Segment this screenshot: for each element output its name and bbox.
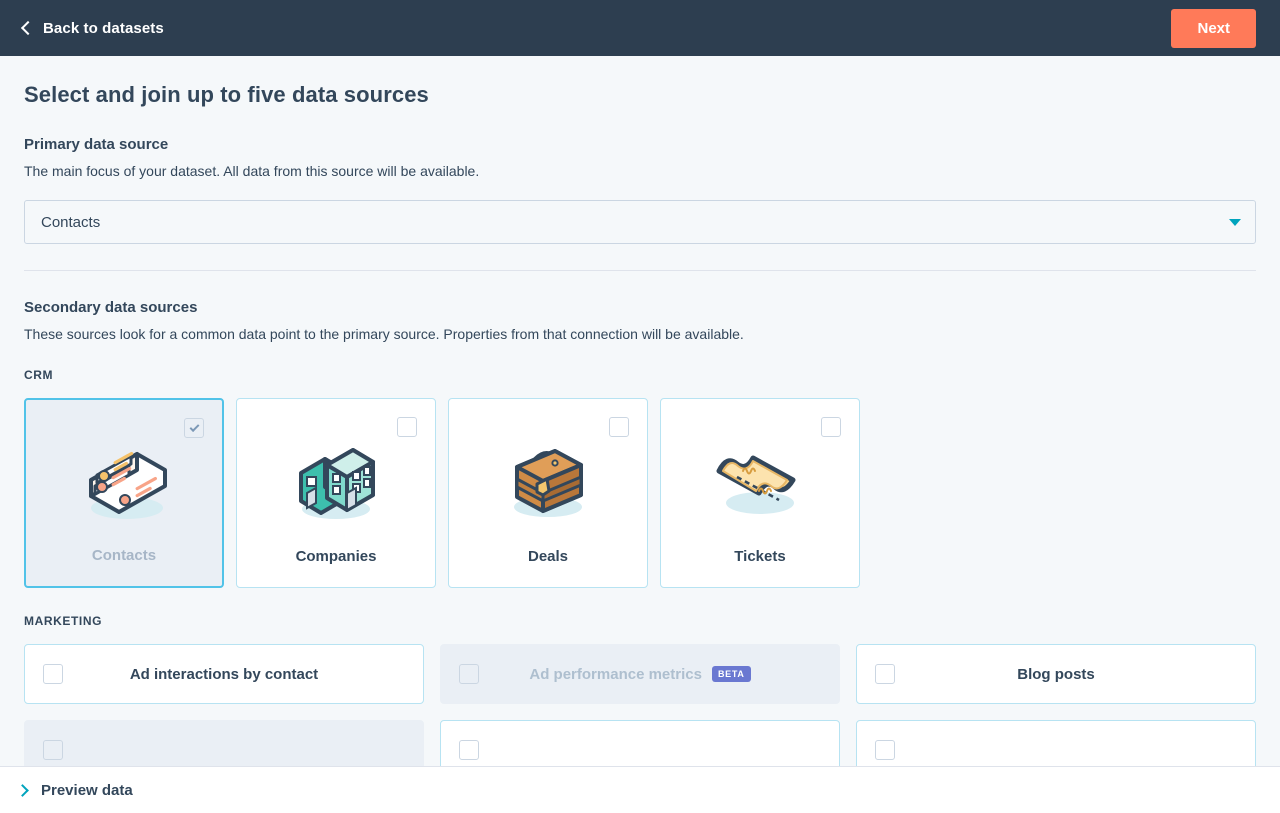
marketing-card-partial-2[interactable] <box>440 720 840 766</box>
marketing-card-ad-performance-content: Ad performance metrics BETA <box>459 666 821 683</box>
crm-tile-tickets-label: Tickets <box>734 548 786 565</box>
crm-tile-contacts-label: Contacts <box>91 547 157 564</box>
caret-down-icon <box>1229 218 1241 226</box>
marketing-card-ad-interactions-content: Ad interactions by contact <box>43 666 405 683</box>
marketing-card-ad-performance-label: Ad performance metrics <box>529 665 702 683</box>
marketing-card-ad-interactions-by-contact[interactable]: Ad interactions by contact <box>24 644 424 704</box>
marketing-card-blog-posts-content: Blog posts <box>875 666 1237 683</box>
next-button[interactable]: Next <box>1171 8 1256 48</box>
marketing-card-partial-3-checkbox[interactable] <box>875 740 895 760</box>
tickets-icon <box>661 429 859 529</box>
page-title: Select and join up to five data sources <box>24 82 429 107</box>
back-to-datasets-link[interactable]: Back to datasets <box>20 20 164 37</box>
main-content: Select and join up to five data sources … <box>0 56 1280 766</box>
contacts-icon <box>26 430 222 530</box>
secondary-data-sources-description: These sources look for a common data poi… <box>24 326 744 342</box>
marketing-card-ad-interactions-label: Ad interactions by contact <box>129 665 319 683</box>
marketing-card-row: Ad interactions by contact Ad performanc… <box>24 644 1256 704</box>
crm-tile-companies[interactable]: Companies <box>236 398 436 588</box>
top-navigation-bar: Back to datasets Next <box>0 0 1280 56</box>
crm-tile-deals-label: Deals <box>527 548 569 565</box>
marketing-card-ad-performance-metrics: Ad performance metrics BETA <box>440 644 840 704</box>
marketing-card-partial-1 <box>24 720 424 766</box>
marketing-group-label: MARKETING <box>24 614 103 628</box>
primary-data-source-value: Contacts <box>41 213 101 231</box>
section-divider <box>24 270 1256 271</box>
crm-group-label: CRM <box>24 368 54 382</box>
bottom-bar: Preview data <box>0 766 1280 813</box>
crm-tile-tickets[interactable]: Tickets <box>660 398 860 588</box>
marketing-card-partial-1-checkbox <box>43 740 63 760</box>
chevron-right-icon <box>16 783 29 797</box>
preview-data-toggle[interactable]: Preview data <box>16 781 133 799</box>
primary-data-source-heading: Primary data source <box>24 136 169 153</box>
crm-tile-contacts: Contacts <box>24 398 224 588</box>
crm-tile-deals[interactable]: Deals <box>448 398 648 588</box>
marketing-card-blog-posts-label: Blog posts <box>1017 665 1095 683</box>
deals-icon <box>449 429 647 529</box>
beta-badge: BETA <box>711 666 751 682</box>
chevron-left-icon <box>20 20 36 36</box>
primary-data-source-select[interactable]: Contacts <box>24 200 1256 244</box>
marketing-card-partial-2-checkbox[interactable] <box>459 740 479 760</box>
crm-tile-row: Contacts Companies Deals Tickets <box>24 398 1256 588</box>
back-to-datasets-label: Back to datasets <box>43 19 164 37</box>
crm-tile-companies-label: Companies <box>295 548 377 565</box>
companies-icon <box>237 429 435 529</box>
preview-data-label: Preview data <box>41 781 133 799</box>
marketing-card-blog-posts[interactable]: Blog posts <box>856 644 1256 704</box>
secondary-data-sources-heading: Secondary data sources <box>24 299 198 316</box>
primary-data-source-description: The main focus of your dataset. All data… <box>24 163 480 179</box>
marketing-card-row-partial <box>24 720 1256 766</box>
marketing-card-partial-3[interactable] <box>856 720 1256 766</box>
